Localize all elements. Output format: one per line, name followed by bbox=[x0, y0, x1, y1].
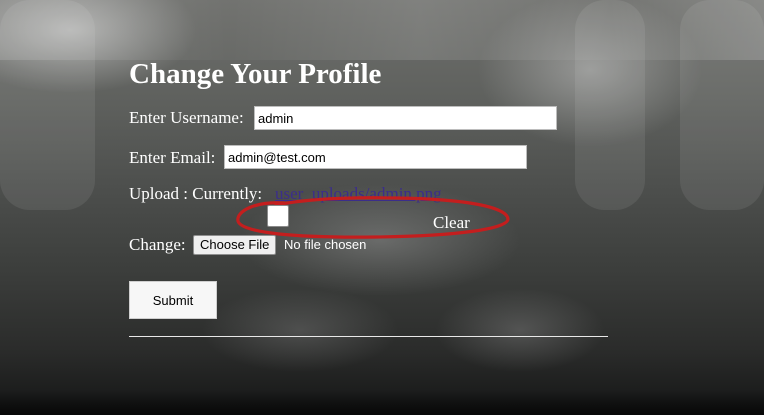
clear-checkbox[interactable] bbox=[267, 205, 289, 227]
background-shape bbox=[0, 0, 95, 210]
submit-button[interactable]: Submit bbox=[129, 281, 217, 319]
current-file-link[interactable]: user_uploads/admin.png bbox=[275, 184, 442, 204]
change-label: Change: bbox=[129, 235, 186, 254]
email-label: Enter Email: bbox=[129, 148, 216, 167]
choose-file-button[interactable]: Choose File bbox=[193, 235, 277, 255]
clear-label: Clear bbox=[433, 213, 470, 232]
background-shadow bbox=[0, 390, 764, 415]
background-shape bbox=[680, 0, 764, 210]
upload-label: Upload : Currently: bbox=[129, 184, 263, 203]
username-label: Enter Username: bbox=[129, 108, 244, 127]
divider bbox=[129, 336, 608, 337]
username-input[interactable] bbox=[254, 106, 557, 130]
page-title: Change Your Profile bbox=[129, 58, 382, 90]
email-input[interactable] bbox=[224, 145, 527, 169]
file-status-text: No file chosen bbox=[284, 237, 367, 252]
background-shape bbox=[575, 0, 645, 210]
background-highlight bbox=[0, 0, 764, 60]
